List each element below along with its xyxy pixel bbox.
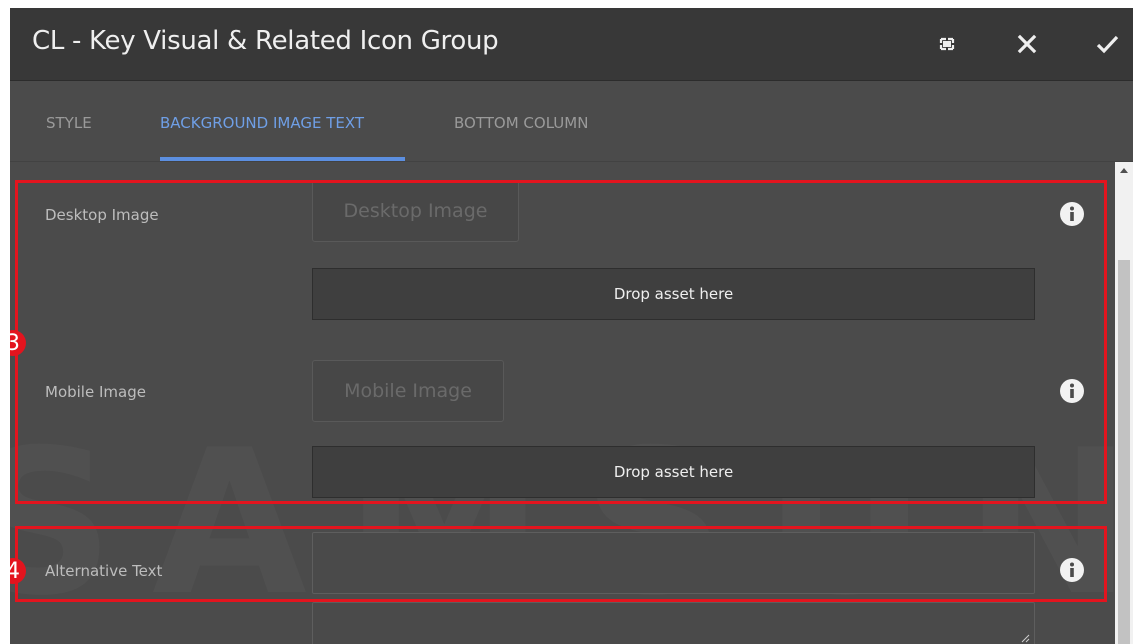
tab-style[interactable]: STYLE: [46, 114, 92, 132]
info-icon[interactable]: [1060, 202, 1084, 226]
alternative-text-input[interactable]: [312, 532, 1035, 594]
tab-bottom-column[interactable]: BOTTOM COLUMN: [454, 114, 588, 132]
info-icon[interactable]: [1060, 379, 1084, 403]
dialog-header: CL - Key Visual & Related Icon Group: [10, 8, 1133, 81]
tab-background-image-text[interactable]: BACKGROUND IMAGE TEXT: [160, 114, 364, 132]
text-area-field[interactable]: [312, 602, 1035, 644]
mobile-image-label: Mobile Image: [45, 383, 146, 401]
page-background-left: [0, 0, 10, 644]
info-icon[interactable]: [1060, 558, 1084, 582]
checkmark-icon: [1096, 35, 1119, 54]
close-icon: [1017, 34, 1037, 54]
desktop-image-dropzone[interactable]: Drop asset here: [312, 268, 1035, 320]
tab-bar: STYLE BACKGROUND IMAGE TEXT BOTTOM COLUM…: [10, 81, 1133, 162]
alternative-text-label: Alternative Text: [45, 562, 163, 580]
close-button[interactable]: [1013, 30, 1041, 58]
fullscreen-button[interactable]: [933, 30, 961, 58]
tab-panel: SAMSUNG Desktop Image Desktop Image Drop…: [10, 162, 1115, 644]
page-background-top: [0, 0, 1133, 8]
scroll-up-arrow-icon[interactable]: [1119, 166, 1129, 174]
vertical-scrollbar[interactable]: [1115, 162, 1133, 644]
annotation-badge-3: 3: [10, 330, 26, 356]
active-tab-indicator: [160, 157, 405, 161]
dialog-title: CL - Key Visual & Related Icon Group: [32, 26, 499, 56]
scrollbar-thumb[interactable]: [1118, 260, 1130, 644]
desktop-image-browse-button[interactable]: Desktop Image: [312, 180, 519, 242]
resize-grip-icon[interactable]: [1020, 633, 1030, 643]
component-dialog: CL - Key Visual & Related Icon Group STY…: [10, 8, 1133, 644]
done-button[interactable]: [1093, 30, 1121, 58]
mobile-image-browse-button[interactable]: Mobile Image: [312, 360, 504, 422]
mobile-image-dropzone[interactable]: Drop asset here: [312, 446, 1035, 498]
fullscreen-icon: [939, 37, 955, 51]
desktop-image-label: Desktop Image: [45, 206, 159, 224]
